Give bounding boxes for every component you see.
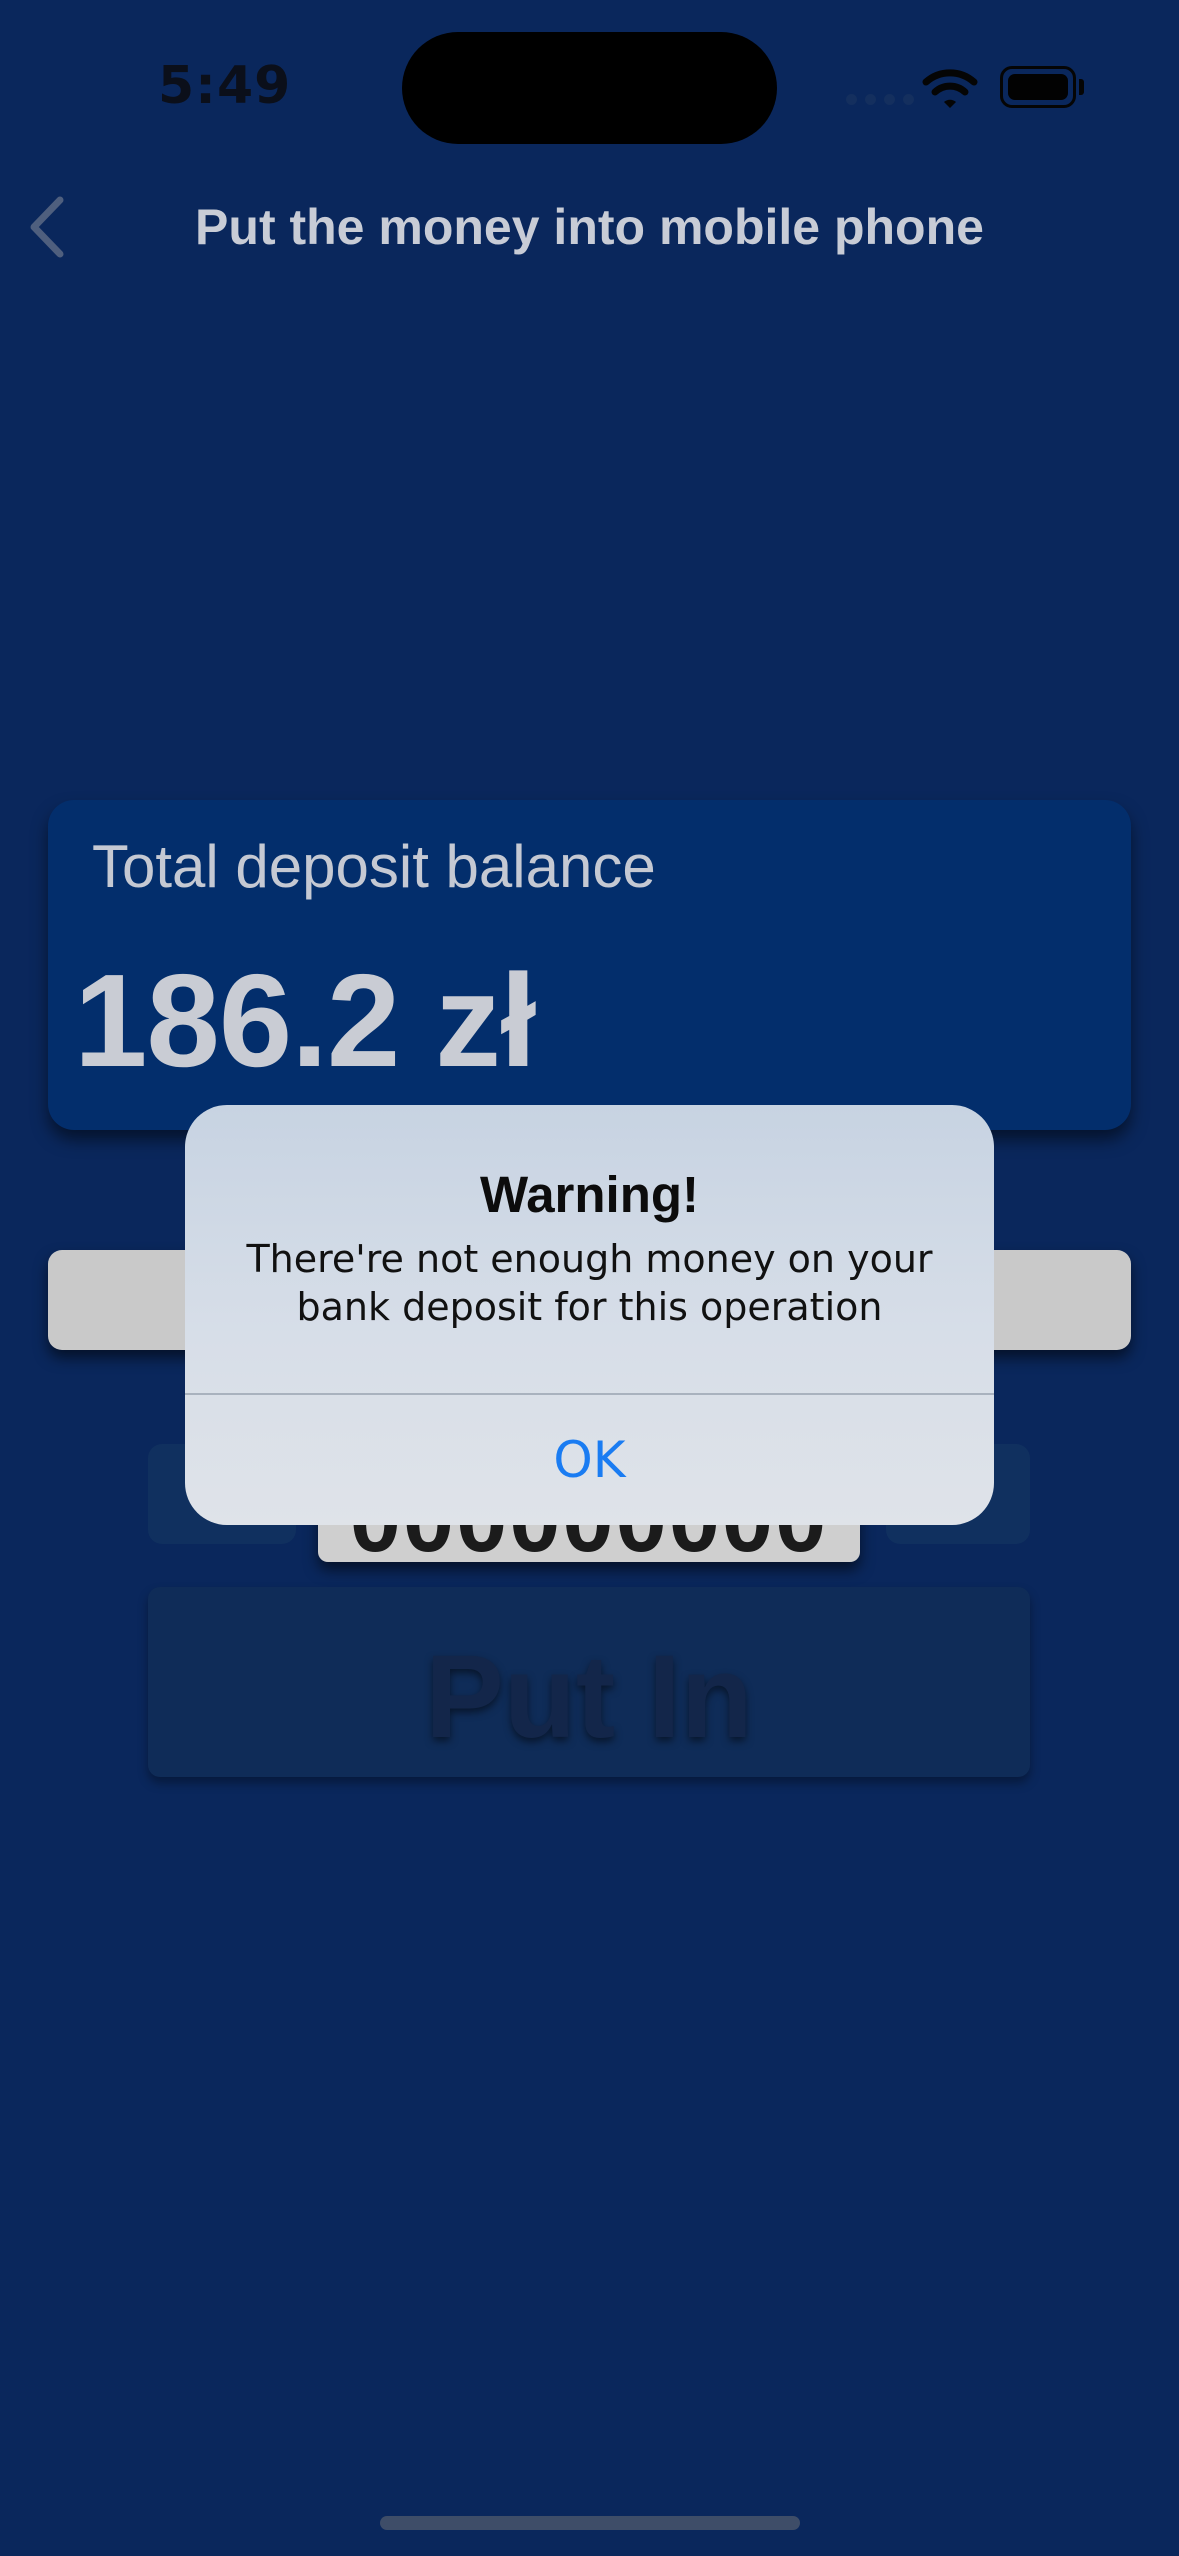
put-in-button[interactable]: Put In (148, 1587, 1030, 1777)
warning-alert: Warning! There're not enough money on yo… (185, 1105, 994, 1525)
balance-value: 186.2 zł (74, 947, 537, 1094)
page-title: Put the money into mobile phone (195, 199, 984, 255)
alert-message: There're not enough money on your bank d… (246, 1237, 933, 1329)
cellular-signal-icon (846, 92, 922, 110)
balance-label: Total deposit balance (92, 833, 656, 900)
back-chevron-icon[interactable] (22, 192, 72, 262)
dynamic-island (402, 32, 777, 144)
screen: 5:49 Put the money into mobile phone Tot… (0, 0, 1179, 2556)
wifi-icon (922, 69, 978, 108)
alert-title: Warning! (479, 1166, 700, 1223)
battery-icon (1000, 66, 1076, 108)
battery-tip (1079, 79, 1084, 95)
put-in-label: Put In (425, 1631, 753, 1763)
balance-card: Total deposit balance 186.2 zł (48, 800, 1131, 1130)
home-indicator[interactable] (380, 2516, 800, 2530)
status-time: 5:49 (158, 56, 292, 116)
alert-ok-button[interactable]: OK (185, 1395, 994, 1525)
